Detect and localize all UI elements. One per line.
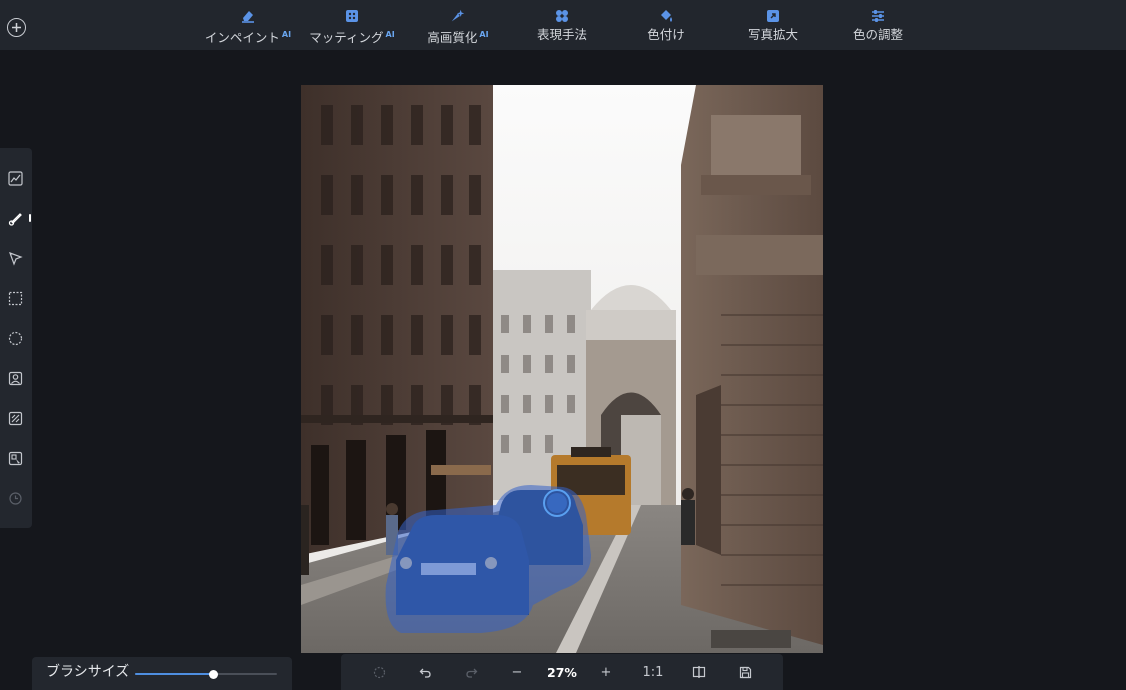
sparkle-icon — [450, 8, 466, 24]
slider-fill — [135, 673, 214, 675]
active-tool-indicator — [29, 214, 31, 222]
brush-icon[interactable] — [5, 208, 25, 228]
tab-enlarge[interactable]: 写真拡大 — [745, 0, 801, 50]
redo-icon[interactable] — [462, 663, 480, 681]
tab-enhance[interactable]: 高画質化 AI — [425, 0, 491, 50]
rect-select-icon[interactable] — [5, 288, 25, 308]
tab-inpaint[interactable]: インペイント AI — [204, 0, 292, 50]
ai-badge: AI — [385, 30, 395, 39]
tab-style-label: 表現手法 — [536, 27, 587, 42]
tab-matting[interactable]: マッティング AI — [308, 0, 396, 50]
chart-icon[interactable] — [5, 168, 25, 188]
sliders-icon — [870, 8, 886, 24]
brush-size-label: ブラシサイズ — [46, 664, 130, 680]
top-toolbar: インペイント AI マッティング AI 高画質化 AI 表現手法 色付け 写真拡大 — [0, 0, 1126, 50]
save-icon[interactable] — [736, 663, 754, 681]
eraser-icon — [240, 8, 256, 24]
brush-size-panel: ブラシサイズ — [32, 657, 292, 690]
slider-thumb[interactable] — [209, 670, 219, 679]
history-icon[interactable] — [5, 488, 25, 508]
tab-style[interactable]: 表現手法 — [534, 0, 590, 50]
zoom-level: 27% — [547, 664, 577, 680]
matting-icon — [344, 8, 360, 24]
zoom-out-button[interactable]: − — [509, 663, 525, 681]
tab-colorize-label: 色付け — [647, 27, 685, 42]
tab-color-adjust-label: 色の調整 — [852, 27, 903, 42]
pointer-icon[interactable] — [5, 248, 25, 268]
ellipse-select-icon[interactable] — [5, 328, 25, 348]
brush-size-slider[interactable] — [135, 670, 277, 679]
tab-inpaint-label: インペイント — [204, 30, 280, 46]
zoom-in-button[interactable]: + — [598, 663, 614, 681]
tab-matting-label: マッティング — [309, 30, 384, 46]
tab-color-adjust[interactable]: 色の調整 — [851, 0, 905, 50]
tab-colorize[interactable]: 色付け — [640, 0, 692, 50]
ai-badge: AI — [479, 30, 489, 39]
tab-enlarge-label: 写真拡大 — [747, 27, 798, 42]
bottom-controls: − 27% + 1:1 — [341, 654, 783, 690]
street-photo[interactable] — [301, 85, 823, 653]
compare-icon[interactable] — [690, 663, 708, 681]
undo-icon[interactable] — [416, 663, 434, 681]
ai-badge: AI — [281, 30, 292, 39]
tab-enhance-label: 高画質化 — [427, 30, 478, 46]
left-toolbar — [0, 148, 32, 528]
object-select-icon[interactable] — [5, 448, 25, 468]
reset-icon[interactable] — [370, 663, 388, 681]
street-scene — [301, 85, 823, 653]
paint-bucket-icon — [658, 8, 674, 24]
actual-size-button[interactable]: 1:1 — [641, 663, 665, 681]
pattern-icon[interactable] — [5, 408, 25, 428]
add-icon[interactable] — [7, 18, 26, 37]
portrait-icon[interactable] — [5, 368, 25, 388]
enlarge-icon — [765, 8, 781, 24]
style-icon — [554, 8, 570, 24]
